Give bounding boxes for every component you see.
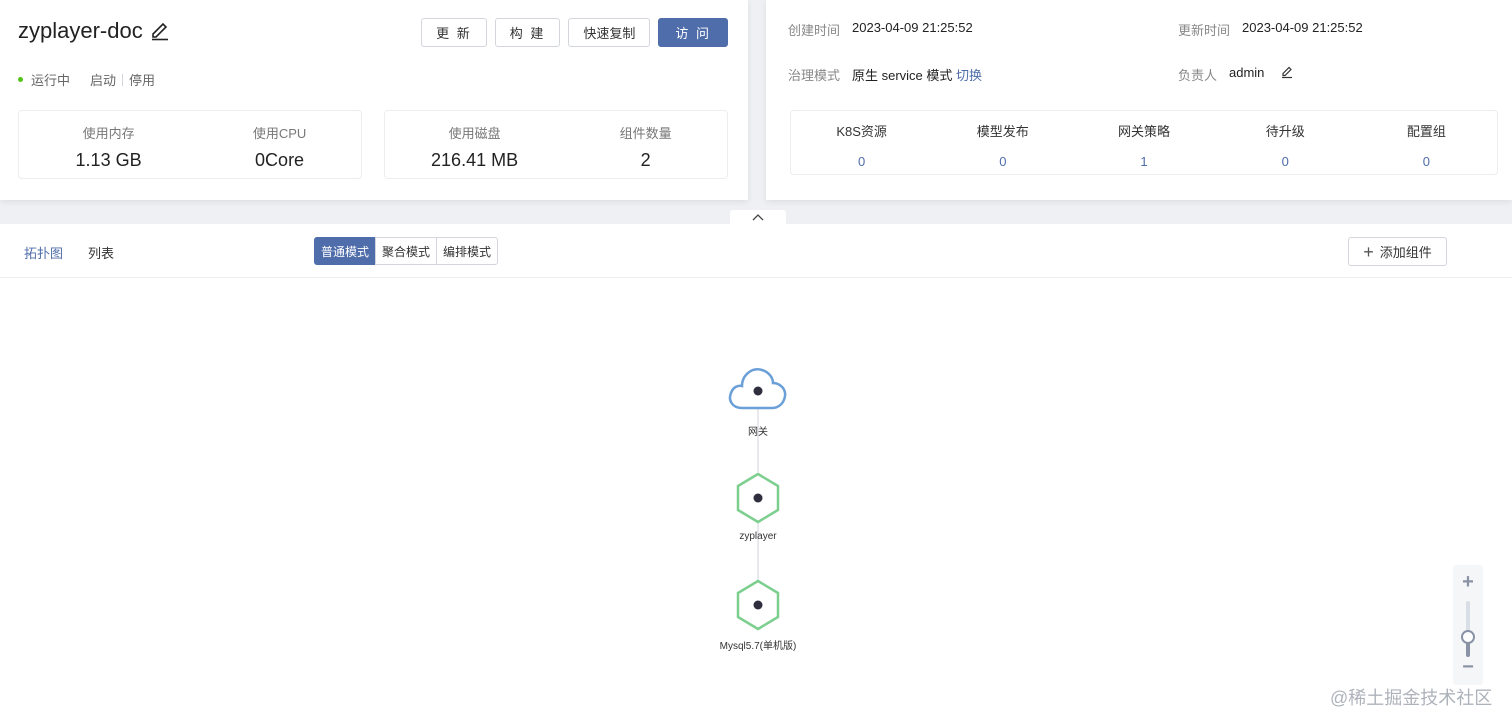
stat-config-group[interactable]: 配置组 0 [1356,111,1497,174]
update-button[interactable]: 更 新 [421,18,487,47]
node-center-dot [753,600,763,610]
tab-list[interactable]: 列表 [88,243,114,262]
visit-button[interactable]: 访 问 [658,18,728,47]
build-button[interactable]: 构 建 [494,18,561,47]
app-summary-card: zyplayer-doc 更 新 构 建 快速复制 访 问 运行中 启动 停用 … [0,0,748,200]
node-center-dot [753,493,763,503]
stat-label: 配置组 [1406,124,1446,139]
mysql-node-label: Mysql5.7(单机版) [719,641,797,652]
collapse-overview-button[interactable] [730,210,786,224]
gateway-node-label: 网关 [748,427,768,438]
tab-topology[interactable]: 拓扑图 [24,243,63,262]
view-mode-switch: 普通模式 聚合模式 编排模式 [314,237,499,265]
metric-value: 1.13 GB [75,150,142,170]
app-info-card: 创建时间 2023-04-09 21:25:52 更新时间 2023-04-09… [766,0,1512,200]
metric-label: 组件数量 [619,126,672,141]
stat-value[interactable]: 0 [999,154,1006,169]
zoom-control: + − [1453,565,1483,685]
metric-value: 2 [640,150,651,170]
stat-label: 待升级 [1265,124,1305,139]
created-time-label: 创建时间 [788,23,841,38]
status-row: 运行中 启动 停用 [18,70,155,89]
node-center-dot [753,386,763,396]
stat-label: 模型发布 [976,124,1029,139]
metric-label: 使用CPU [252,126,307,141]
stat-k8s-resources[interactable]: K8S资源 0 [791,111,932,174]
status-text: 运行中 [31,73,71,88]
stat-value[interactable]: 0 [1423,154,1430,169]
metric-memory: 使用内存 1.13 GB [19,111,198,178]
resource-usage-box: 使用内存 1.13 GB 使用CPU 0Core [18,110,362,179]
metric-value: 0Core [255,150,305,170]
topology-graph [728,368,787,631]
app-name: zyplayer-doc [18,18,143,43]
running-status-dot [18,77,23,82]
switch-governance-link[interactable]: 切换 [956,68,982,83]
quick-copy-button[interactable]: 快速复制 [568,18,651,47]
governance-mode-text: 原生 service 模式 [852,68,953,83]
zyplayer-node[interactable] [736,472,780,524]
add-component-label: 添加组件 [1379,245,1432,260]
storage-usage-box: 使用磁盘 216.41 MB 组件数量 2 [384,110,728,179]
topology-canvas[interactable]: 网关 zyplayer Mysql5.7(单机版) [0,279,1512,726]
mysql-node[interactable] [736,579,780,631]
edit-owner-icon[interactable] [1280,65,1294,84]
governance-mode-value: 原生 service 模式 切换 [852,65,982,84]
owner-value: admin [1229,65,1265,80]
created-time-value: 2023-04-09 21:25:52 [852,20,973,35]
metric-components: 组件数量 2 [564,111,727,178]
topology-toolbar: 拓扑图 列表 普通模式 聚合模式 编排模式 + 添加组件 [0,224,1512,278]
action-divider [122,73,124,86]
stat-gateway-policy[interactable]: 网关策略 1 [1073,111,1214,174]
mode-orchestrate-button[interactable]: 编排模式 [436,237,499,265]
gateway-node[interactable] [728,368,787,410]
watermark-text: @稀土掘金技术社区 [1330,688,1493,708]
metric-disk: 使用磁盘 216.41 MB [385,111,564,178]
stat-label: K8S资源 [836,124,887,139]
zoom-out-button[interactable]: − [1453,657,1483,677]
add-component-button[interactable]: + 添加组件 [1348,237,1447,266]
owner-label: 负责人 [1178,68,1218,83]
mode-aggregate-button[interactable]: 聚合模式 [375,237,438,265]
app-title: zyplayer-doc [18,18,171,44]
stat-value[interactable]: 0 [1282,154,1289,169]
updated-time-value: 2023-04-09 21:25:52 [1242,20,1363,35]
plus-icon: + [1363,241,1374,262]
stat-pending-upgrade[interactable]: 待升级 0 [1215,111,1356,174]
stat-label: 网关策略 [1118,124,1171,139]
updated-time-label: 更新时间 [1178,23,1231,38]
governance-mode-label: 治理模式 [788,68,841,83]
edit-name-icon[interactable] [149,20,171,42]
metric-label: 使用内存 [82,126,135,141]
zoom-in-button[interactable]: + [1453,572,1483,592]
action-buttons: 更 新 构 建 快速复制 访 问 [421,18,728,47]
stat-value[interactable]: 0 [858,154,865,169]
mode-normal-button[interactable]: 普通模式 [314,237,377,265]
stat-model-release[interactable]: 模型发布 0 [932,111,1073,174]
metric-value: 216.41 MB [431,150,519,170]
metric-cpu: 使用CPU 0Core [198,111,361,178]
zyplayer-node-label: zyplayer [739,531,777,542]
overview-area: zyplayer-doc 更 新 构 建 快速复制 访 问 运行中 启动 停用 … [0,0,1512,224]
stat-value[interactable]: 1 [1140,154,1147,169]
start-action[interactable]: 启动 [90,70,116,89]
metric-label: 使用磁盘 [448,126,501,141]
stop-action[interactable]: 停用 [129,70,155,89]
zoom-slider-handle[interactable] [1461,630,1475,645]
resource-stats-box: K8S资源 0 模型发布 0 网关策略 1 待升级 0 配置组 0 [790,110,1498,175]
